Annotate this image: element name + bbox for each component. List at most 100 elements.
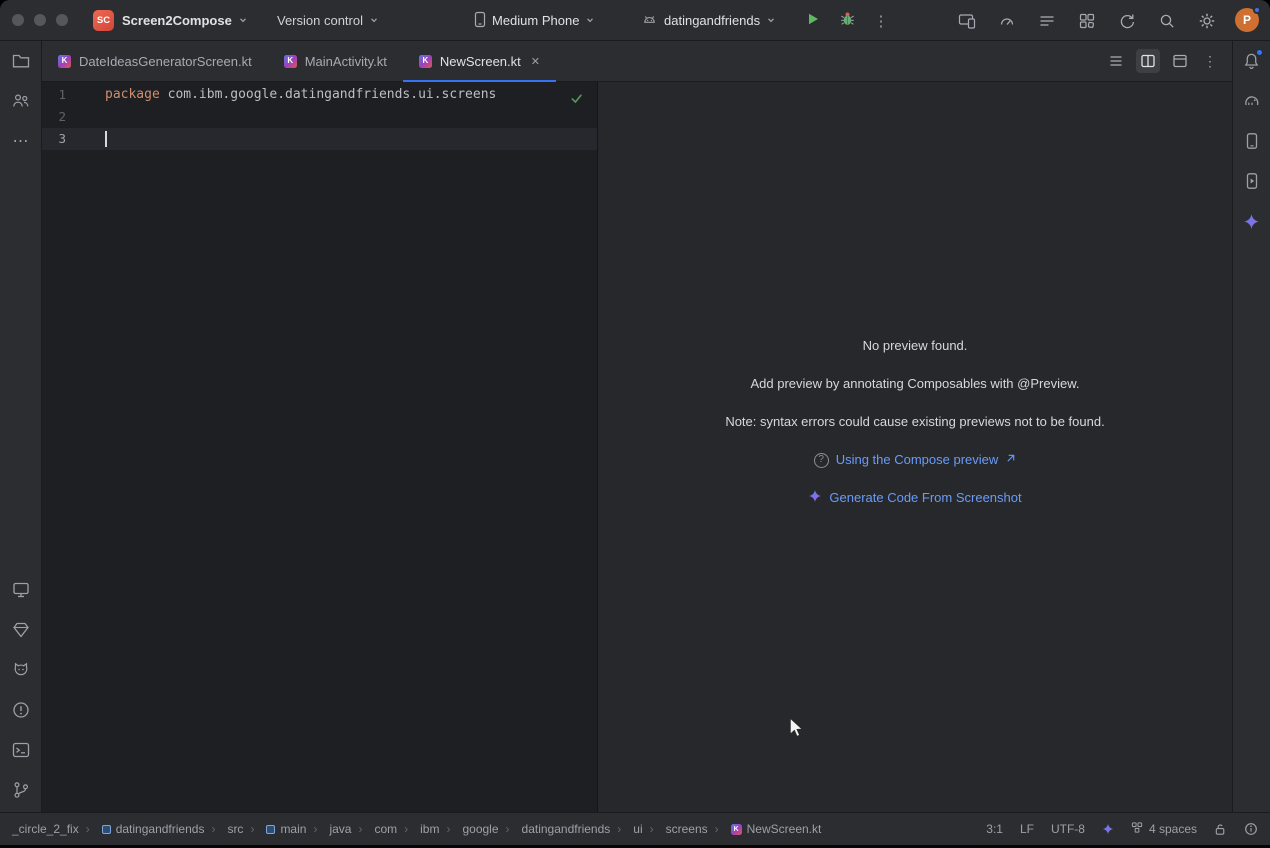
device-mirroring-icon[interactable] (957, 11, 977, 31)
breadcrumb-item[interactable]: java (306, 822, 351, 836)
breadcrumbs: _circle_2_fix datingandfriends src main … (12, 822, 821, 836)
line-number[interactable]: 2 (42, 106, 66, 128)
profiler-icon[interactable] (997, 11, 1017, 31)
bug-icon (839, 10, 856, 32)
problems-tool-icon[interactable] (7, 696, 35, 724)
debug-button[interactable] (834, 8, 860, 34)
project-name: Screen2Compose (122, 13, 232, 28)
titlebar: SC Screen2Compose Version control Medium… (0, 0, 1270, 41)
android-studio-window: SC Screen2Compose Version control Medium… (0, 0, 1270, 848)
plugins-icon[interactable] (1077, 11, 1097, 31)
project-menu[interactable]: Screen2Compose (122, 0, 248, 41)
indent-widget[interactable]: 4 spaces (1131, 821, 1197, 837)
user-avatar[interactable]: P (1235, 8, 1259, 32)
window-minimize-button[interactable] (34, 14, 46, 26)
tab-close-icon[interactable]: ✕ (531, 55, 540, 68)
search-icon[interactable] (1157, 11, 1177, 31)
code-view-icon[interactable] (1104, 49, 1128, 73)
line-number[interactable]: 3 (42, 128, 66, 150)
line-number[interactable]: 1 (42, 84, 66, 106)
version-control-menu[interactable]: Version control (277, 0, 379, 41)
settings-gear-icon[interactable] (1197, 11, 1217, 31)
window-maximize-button[interactable] (56, 14, 68, 26)
text-caret (105, 131, 107, 147)
project-tool-icon[interactable] (7, 47, 35, 75)
resource-manager-icon[interactable] (7, 616, 35, 644)
version-control-tool-icon[interactable] (7, 776, 35, 804)
design-view-icon[interactable] (1168, 49, 1192, 73)
gemini-sparkle-icon (808, 489, 822, 508)
line-separator-widget[interactable]: LF (1020, 822, 1034, 836)
breadcrumb-item-file[interactable]: KNewScreen.kt (708, 822, 822, 836)
device-selector[interactable]: Medium Phone (474, 0, 595, 41)
docs-link-label: Using the Compose preview (836, 451, 999, 469)
package-path: com.ibm.google.datingandfriends.ui.scree… (160, 87, 497, 102)
external-link-icon (1005, 451, 1016, 469)
pull-requests-icon[interactable] (7, 87, 35, 115)
generate-code-from-screenshot-link[interactable]: Generate Code From Screenshot (808, 489, 1021, 507)
breadcrumb-item[interactable]: screens (643, 822, 708, 836)
gemini-tool-icon[interactable] (1238, 207, 1266, 235)
more-actions-button[interactable]: ⋮ (868, 8, 894, 34)
titlebar-right-icons (957, 0, 1217, 41)
ai-sparkle-icon[interactable] (1102, 823, 1114, 835)
phone-icon (474, 11, 486, 31)
device-manager-icon[interactable] (1238, 127, 1266, 155)
editor-view-toggles: ⋮ (1104, 41, 1220, 81)
breadcrumb-item[interactable]: google (439, 822, 498, 836)
running-devices-tool-icon[interactable] (7, 576, 35, 604)
kotlin-file-icon: K (731, 824, 742, 835)
compose-preview-docs-link[interactable]: ? Using the Compose preview (814, 451, 1017, 469)
tab-newscreen-active[interactable]: K NewScreen.kt ✕ (403, 41, 556, 81)
breadcrumb-item[interactable]: datingandfriends (79, 822, 205, 836)
more-tool-windows-icon[interactable]: ⋯ (7, 127, 35, 155)
window-close-button[interactable] (12, 14, 24, 26)
status-info-icon[interactable] (1244, 822, 1258, 836)
play-icon (806, 12, 820, 31)
help-icon: ? (814, 453, 829, 468)
right-tool-stripe (1232, 41, 1270, 812)
gradle-tool-icon[interactable] (1238, 87, 1266, 115)
indent-icon (1131, 821, 1144, 837)
breadcrumb-item[interactable]: ui (610, 822, 642, 836)
module-icon (102, 825, 111, 834)
running-devices-icon[interactable] (1238, 167, 1266, 195)
compose-preview-panel: No preview found. Add preview by annotat… (597, 82, 1232, 812)
terminal-tool-icon[interactable] (7, 736, 35, 764)
code-line-3-current: 3 (42, 128, 597, 150)
chevron-down-icon (585, 13, 595, 28)
keyword-package: package (105, 87, 160, 102)
breadcrumb-item[interactable]: src (204, 822, 243, 836)
tab-mainactivity[interactable]: K MainActivity.kt (268, 41, 403, 81)
run-configuration-selector[interactable]: datingandfriends (641, 0, 776, 41)
code-line-1: 1 package com.ibm.google.datingandfriend… (42, 84, 597, 106)
caret-position-widget[interactable]: 3:1 (986, 822, 1003, 836)
chevron-down-icon (766, 13, 776, 28)
breadcrumb-item[interactable]: _circle_2_fix (12, 822, 79, 836)
tab-dateideasgeneratorscreen[interactable]: K DateIdeasGeneratorScreen.kt (42, 41, 268, 81)
logcat-tool-icon[interactable] (7, 656, 35, 684)
device-selector-label: Medium Phone (492, 13, 579, 28)
breadcrumb-item[interactable]: ibm (397, 822, 439, 836)
code-editor[interactable]: 1 package com.ibm.google.datingandfriend… (42, 82, 597, 812)
split-view-icon[interactable] (1136, 49, 1160, 73)
notifications-bell-icon[interactable] (1238, 47, 1266, 75)
sync-project-icon[interactable] (1117, 11, 1137, 31)
generate-link-label: Generate Code From Screenshot (829, 489, 1021, 507)
editor-options-kebab-icon[interactable]: ⋮ (1200, 53, 1220, 70)
file-writable-lock-icon[interactable] (1214, 823, 1227, 836)
breadcrumb-item[interactable]: main (243, 822, 306, 836)
kotlin-file-icon: K (419, 55, 432, 68)
chevron-down-icon (238, 13, 248, 28)
run-config-icon (641, 11, 658, 31)
logcat-lines-icon[interactable] (1037, 11, 1057, 31)
inspections-ok-check-icon[interactable] (567, 89, 585, 107)
encoding-widget[interactable]: UTF-8 (1051, 822, 1085, 836)
breadcrumb-item[interactable]: datingandfriends (499, 822, 611, 836)
project-logo-badge: SC (93, 10, 114, 31)
breadcrumb-item[interactable]: com (351, 822, 397, 836)
syntax-error-note: Note: syntax errors could cause existing… (725, 413, 1104, 431)
run-button[interactable] (800, 8, 826, 34)
source-root-icon (266, 825, 275, 834)
preview-empty-state: No preview found. Add preview by annotat… (598, 337, 1232, 507)
